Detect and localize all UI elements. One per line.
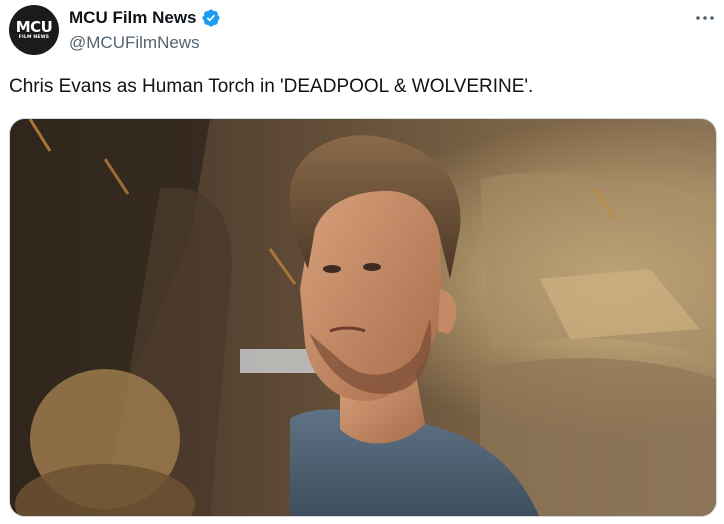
more-options-icon[interactable] — [693, 8, 717, 28]
avatar-logo-subtext: FILM NEWS — [18, 34, 50, 40]
author-handle[interactable]: @MCUFilmNews — [69, 33, 200, 53]
author-name-row: MCU Film News — [69, 8, 221, 28]
avatar-logo-text: MCU — [15, 17, 53, 36]
verified-badge-icon[interactable] — [201, 8, 221, 28]
tweet-card[interactable]: MCU FILM NEWS MCU Film News @MCUFilmNews… — [0, 0, 724, 524]
avatar[interactable]: MCU FILM NEWS — [9, 5, 59, 55]
author-display-name[interactable]: MCU Film News — [69, 8, 197, 28]
tweet-text: Chris Evans as Human Torch in 'DEADPOOL … — [9, 76, 534, 97]
tweet-photo[interactable] — [9, 118, 717, 517]
photo-illustration — [10, 119, 716, 516]
